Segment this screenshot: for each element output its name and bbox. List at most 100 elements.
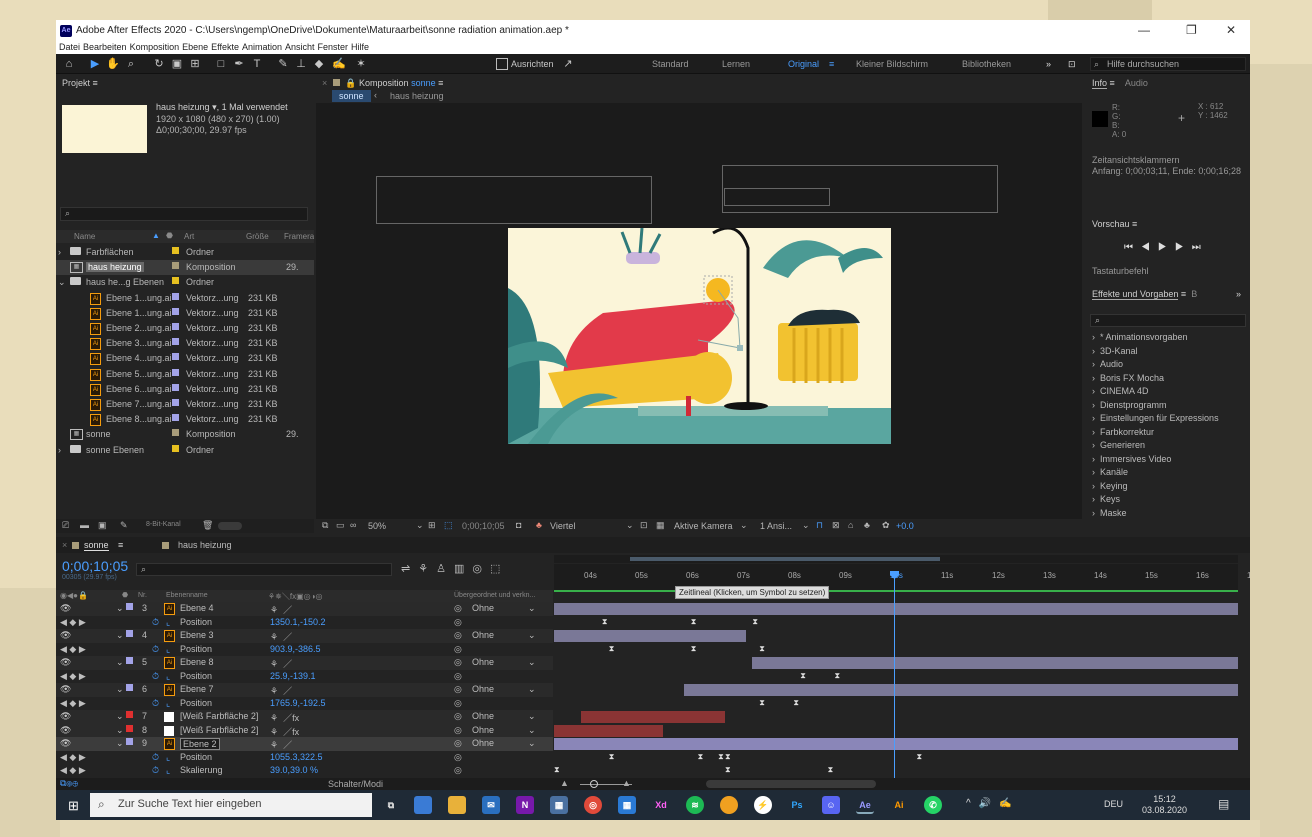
task-view-icon[interactable]: ⧉ (382, 796, 400, 814)
expression-pickwhip-icon[interactable]: ◎ (454, 698, 462, 709)
property-row[interactable]: ◀ ◆ ▶ ⏱ ⌞ Position 25.9,-139.1 ◎ (56, 669, 553, 683)
layer-duration-bar[interactable] (554, 603, 1238, 615)
label-swatch[interactable] (172, 262, 179, 270)
calculator-icon[interactable]: ▦ (550, 796, 568, 814)
last-frame-icon[interactable]: ⏭ (1192, 242, 1209, 253)
interpret-footage-icon[interactable]: ⎚ (62, 520, 69, 531)
graph-icon[interactable]: ⌞ (166, 671, 170, 682)
project-item[interactable]: Ai Ebene 7...ung.ai Vektorz...ung 231 KB (56, 397, 314, 412)
label-swatch[interactable] (172, 444, 179, 452)
stopwatch-icon[interactable]: ⏱ (152, 671, 159, 682)
property-row[interactable]: ◀ ◆ ▶ ⏱ ⌞ Position 1055.3,322.5 ◎ (56, 750, 553, 764)
workspace-original[interactable]: Original (788, 59, 819, 69)
project-item[interactable]: ▦ sonne Komposition 29. (56, 427, 314, 442)
timeline-timecode[interactable]: 0;00;10;05 (62, 558, 128, 574)
discord-icon[interactable]: ☺ (822, 796, 840, 814)
lock-icon[interactable]: 🔒 (345, 78, 356, 88)
timeline-icon[interactable]: ⌂ (848, 520, 853, 530)
workspace-standard[interactable]: Standard (652, 59, 689, 69)
spotify-icon[interactable]: ≋ (686, 796, 704, 814)
always-preview-icon[interactable]: ⧉ (322, 520, 328, 531)
crumb-sonne[interactable]: sonne (332, 90, 371, 102)
parent-select[interactable]: Ohne (472, 711, 494, 721)
app-icon-3[interactable]: ⚡ (754, 796, 772, 814)
parent-dropdown-icon[interactable]: ⌄ (528, 657, 536, 668)
keyframe-icon[interactable]: ⧗ (793, 698, 799, 708)
comp-tab-label[interactable]: Komposition (359, 78, 409, 88)
keyframe-icon[interactable]: ⧗ (834, 671, 840, 681)
keyframe-icon[interactable]: ⧗ (691, 617, 697, 627)
switch-icons[interactable]: ⚘ ／fx (270, 711, 299, 724)
switch-icons[interactable]: ⚘ ／ (270, 630, 292, 643)
volume-icon[interactable]: 🔊 (979, 798, 999, 809)
camera-dropdown-icon[interactable]: ⌄ (740, 520, 748, 531)
info-menu-icon[interactable]: ≡ (1110, 78, 1115, 88)
eraser-tool-icon[interactable]: ◆ (312, 57, 326, 71)
menu-bearbeiten[interactable]: Bearbeiten (83, 42, 127, 52)
layer-row[interactable]: 👁 ⌄ 9 Ai Ebene 2 ⚘ ／ ◎ Ohne ⌄ (56, 737, 553, 751)
parent-select[interactable]: Ohne (472, 725, 494, 735)
bpc-label[interactable]: 8-Bit-Kanal (146, 521, 181, 528)
visibility-icon[interactable]: 👁 (60, 725, 71, 736)
app-icon-2[interactable] (720, 796, 738, 814)
expand-layer-icon[interactable]: ⌄ (116, 603, 124, 614)
comp-tab-name[interactable]: sonne (411, 78, 436, 88)
project-item[interactable]: Ai Ebene 6...ung.ai Vektorz...ung 231 KB (56, 382, 314, 397)
camera-select[interactable]: Aktive Kamera (674, 521, 733, 531)
layer-row[interactable]: 👁 ⌄ 6 Ai Ebene 7 ⚘ ／ ◎ Ohne ⌄ (56, 683, 553, 697)
flowchart-icon[interactable]: ♣ (864, 520, 870, 530)
keyframe-icon[interactable]: ⧗ (609, 644, 615, 654)
views-dropdown-icon[interactable]: ⌄ (802, 520, 810, 531)
grid-icon[interactable]: ⊞ (428, 520, 436, 531)
expand-arrow-icon[interactable]: › (58, 445, 61, 455)
comp-timecode[interactable]: 0;00;10;05 (462, 521, 505, 531)
clock[interactable]: 15:12 03.08.2020 (1142, 794, 1187, 816)
layer-label-swatch[interactable] (126, 684, 133, 691)
graph-icon[interactable]: ⌞ (166, 752, 170, 763)
col-layer-name[interactable]: Ebenenname (166, 592, 208, 599)
pen-tool-icon[interactable]: ✒ (232, 57, 246, 71)
layer-row[interactable]: 👁 ⌄ 5 Ai Ebene 8 ⚘ ／ ◎ Ohne ⌄ (56, 656, 553, 670)
timeline-scrollbar[interactable] (706, 780, 876, 788)
col-name[interactable]: Name (74, 232, 95, 241)
keyframe-nav-icon[interactable]: ◀ ◆ ▶ (60, 765, 86, 776)
layer-duration-bar[interactable] (554, 738, 1238, 750)
keyframe-nav-icon[interactable]: ◀ ◆ ▶ (60, 671, 86, 682)
keyframe-icon[interactable]: ⧗ (602, 617, 608, 627)
fast-preview-icon[interactable]: ⊠ (832, 520, 840, 531)
effect-category[interactable]: › Maske (1086, 506, 1250, 521)
property-value[interactable]: 39.0,39.0 % (270, 765, 318, 775)
hand-tool-icon[interactable]: ✋ (106, 57, 120, 71)
keyframe-icon[interactable]: ⧗ (759, 698, 765, 708)
more-panels-icon[interactable]: » (1236, 289, 1241, 299)
col-framerate[interactable]: Framera (284, 232, 314, 241)
workspace-bibliotheken[interactable]: Bibliotheken (962, 59, 1011, 69)
workspace-menu-icon[interactable]: ≡ (829, 59, 834, 69)
layer-row[interactable]: 👁 ⌄ 4 Ai Ebene 3 ⚘ ／ ◎ Ohne ⌄ (56, 629, 553, 643)
pen-workspace-icon[interactable]: ✍ (999, 798, 1019, 809)
keyframe-icon[interactable]: ⧗ (752, 617, 758, 627)
layer-name[interactable]: Ebene 2 (180, 738, 220, 750)
rotate-tool-icon[interactable]: ↻ (152, 57, 166, 71)
graph-editor-icon[interactable]: ⬚ (490, 563, 508, 575)
project-item[interactable]: ⌄ haus he...g Ebenen Ordner (56, 275, 314, 290)
notification-icon[interactable]: ▤ (1218, 797, 1229, 811)
keyframe-icon[interactable]: ⧗ (718, 752, 724, 762)
project-item[interactable]: Ai Ebene 3...ung.ai Vektorz...ung 231 KB (56, 336, 314, 351)
transparency-grid-icon[interactable]: ▦ (656, 520, 665, 531)
parent-dropdown-icon[interactable]: ⌄ (528, 603, 536, 614)
expand-layer-icon[interactable]: ⌄ (116, 725, 124, 736)
illustrator-icon[interactable]: Ai (890, 796, 908, 814)
visibility-icon[interactable]: 👁 (60, 657, 71, 668)
audio-tab[interactable]: Audio (1125, 78, 1148, 88)
parent-dropdown-icon[interactable]: ⌄ (528, 711, 536, 722)
vr-icon[interactable]: ∞ (350, 520, 356, 530)
home-icon[interactable]: ⌂ (62, 57, 76, 71)
keyframe-icon[interactable]: ⧗ (725, 765, 731, 775)
roto-brush-tool-icon[interactable]: ✍ (332, 57, 346, 71)
preview-menu-icon[interactable]: ≡ (1132, 219, 1137, 229)
visibility-icon[interactable]: 👁 (60, 603, 71, 614)
label-swatch[interactable] (172, 292, 179, 300)
expression-pickwhip-icon[interactable]: ◎ (454, 644, 462, 655)
layer-name[interactable]: [Weiß Farbfläche 2] (180, 711, 258, 721)
